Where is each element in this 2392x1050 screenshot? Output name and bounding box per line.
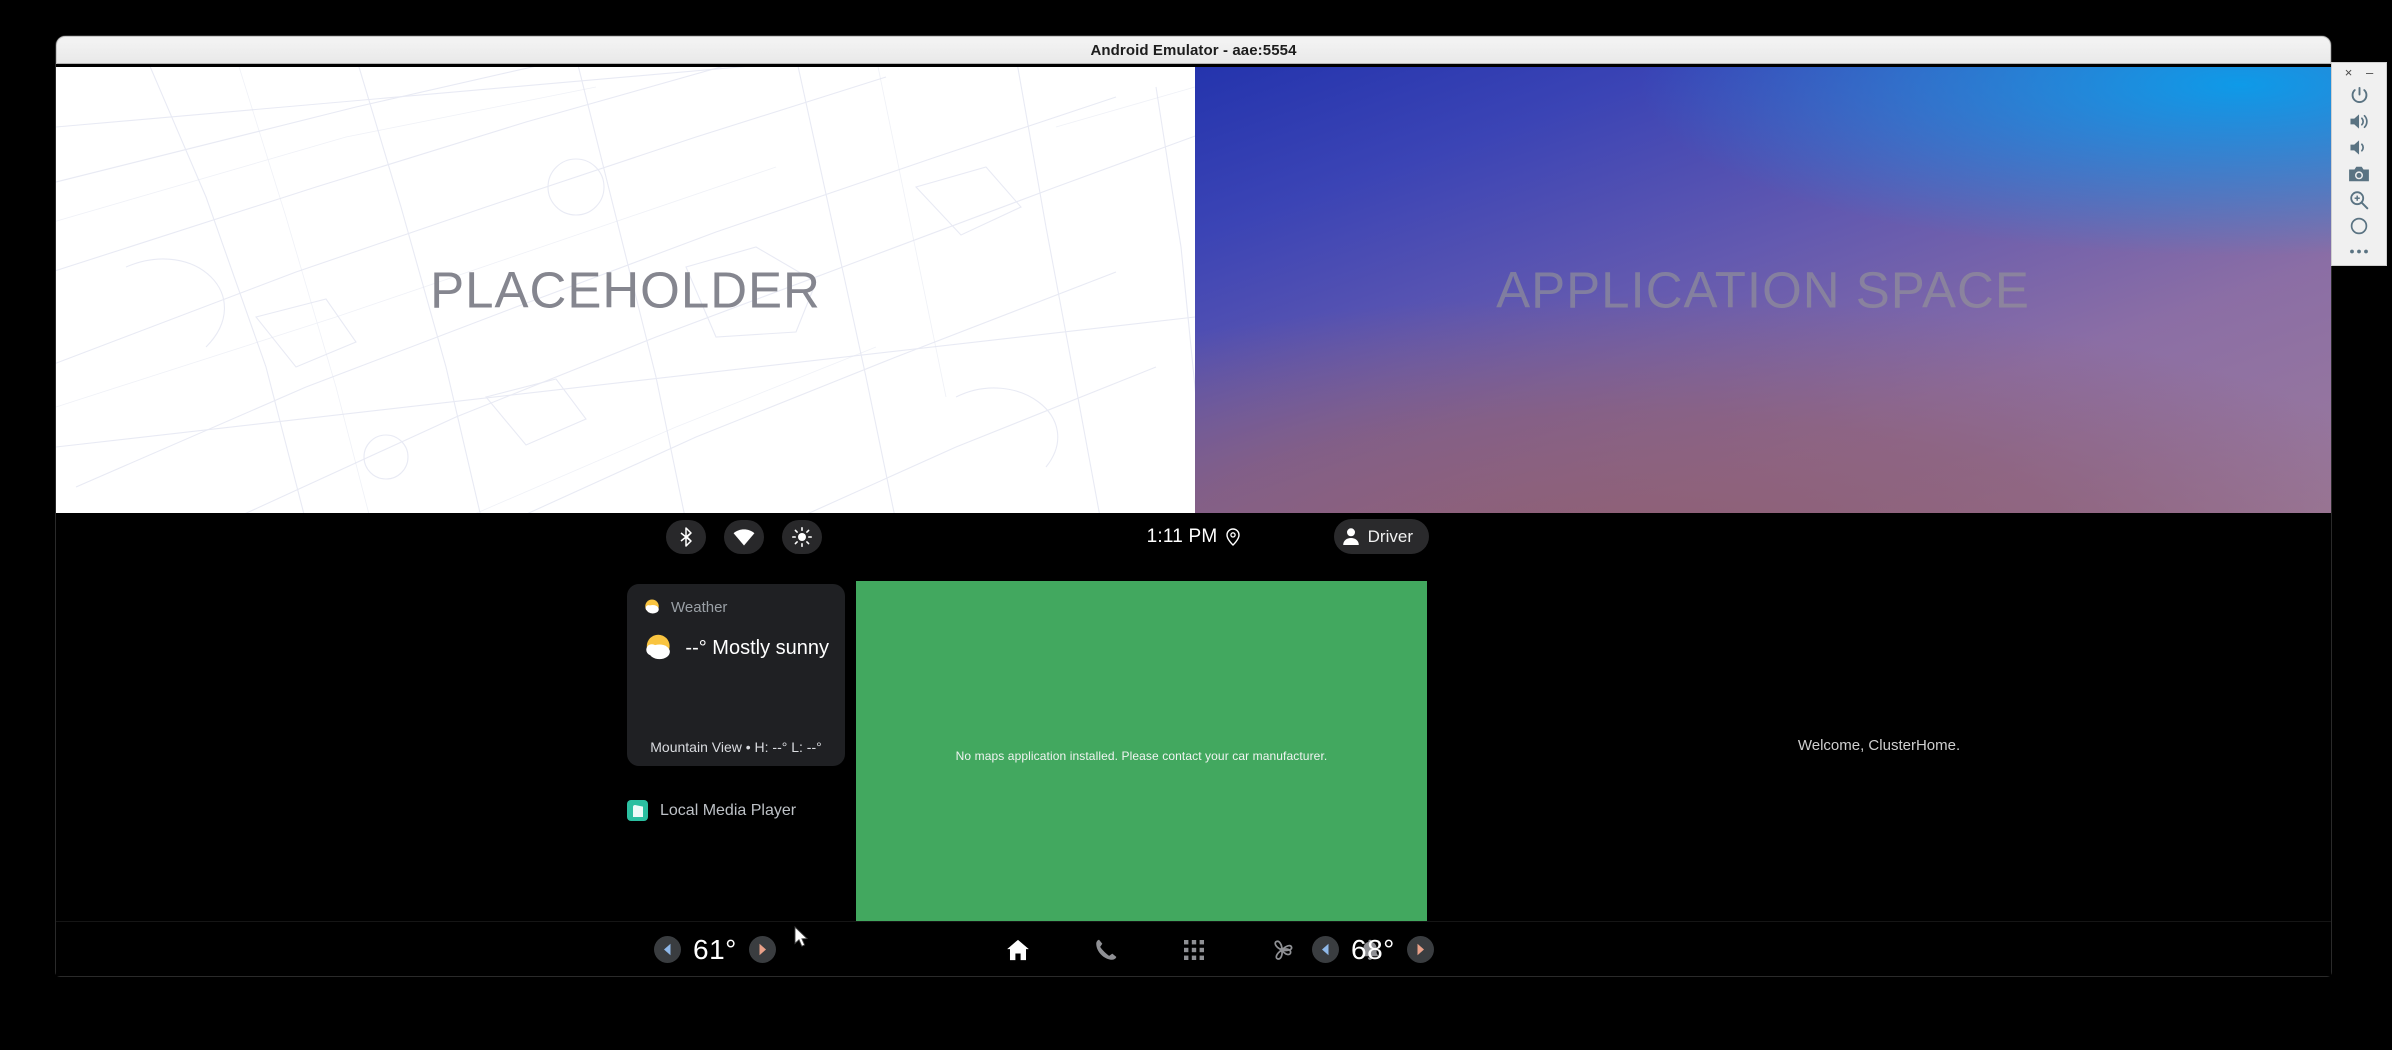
minimize-icon[interactable]: – <box>2366 66 2373 79</box>
passenger-temp-decrease-button[interactable] <box>1312 936 1339 963</box>
weather-location-highlow: Mountain View • H: --° L: --° <box>650 739 822 755</box>
close-icon[interactable]: × <box>2345 66 2353 79</box>
partly-sunny-icon <box>645 599 659 614</box>
zoom-icon[interactable] <box>2332 187 2386 213</box>
driver-profile-button[interactable]: Driver <box>1333 519 1429 554</box>
passenger-temp-increase-button[interactable] <box>1406 936 1434 963</box>
placeholder-panel[interactable]: PLACEHOLDER <box>56 67 1195 513</box>
chevron-right-icon <box>1417 943 1424 956</box>
location-pin-icon <box>1226 528 1241 546</box>
placeholder-label: PLACEHOLDER <box>430 261 821 319</box>
partly-sunny-icon <box>646 634 670 660</box>
screenshot-camera-icon[interactable] <box>2332 161 2386 187</box>
application-space-label: APPLICATION SPACE <box>1496 261 2030 319</box>
application-space-panel[interactable]: APPLICATION SPACE <box>1195 67 2331 513</box>
window-title-bar[interactable]: Android Emulator - aae:5554 <box>56 36 2331 64</box>
home-content-area: Weather --° Mostly sunny Mountain View •… <box>56 561 2331 944</box>
clock: 1:11 PM <box>1146 526 1218 547</box>
volume-up-icon[interactable] <box>2332 109 2386 135</box>
device-screen[interactable]: PLACEHOLDER APPLICATION SPACE 1:11 PM Dr… <box>56 64 2331 976</box>
climate-fan-icon[interactable] <box>1265 933 1299 967</box>
weather-card-header: Weather <box>643 598 829 616</box>
emulator-side-toolbar: × – <box>2331 62 2387 266</box>
local-media-player-item[interactable]: Local Media Player <box>627 800 796 821</box>
nav-icon-group <box>56 922 2331 976</box>
home-icon[interactable] <box>1001 933 1035 967</box>
volume-down-icon[interactable] <box>2332 135 2386 161</box>
person-icon <box>1342 528 1359 545</box>
back-circle-icon[interactable] <box>2332 213 2386 239</box>
weather-temperature-condition: --° Mostly sunny <box>685 636 829 659</box>
display-region: PLACEHOLDER APPLICATION SPACE <box>56 67 2331 513</box>
apps-grid-icon[interactable] <box>1177 933 1211 967</box>
power-icon[interactable] <box>2332 83 2386 109</box>
weather-current-conditions: --° Mostly sunny <box>643 630 829 666</box>
cluster-welcome-text: Welcome, ClusterHome. <box>1797 737 1961 754</box>
maps-no-app-message: No maps application installed. Please co… <box>955 749 1328 763</box>
maps-panel[interactable]: No maps application installed. Please co… <box>856 581 1427 931</box>
weather-card[interactable]: Weather --° Mostly sunny Mountain View •… <box>627 584 845 766</box>
driver-label: Driver <box>1367 526 1413 546</box>
phone-icon[interactable] <box>1089 933 1123 967</box>
mouse-cursor <box>794 926 809 947</box>
passenger-temperature-control: 68° <box>1312 922 1434 976</box>
emulator-window: Android Emulator - aae:5554 PLACEHOLDER … <box>56 36 2331 976</box>
status-bar-center: 1:11 PM <box>56 513 2331 561</box>
local-media-player-label: Local Media Player <box>660 801 797 819</box>
navigation-bar: 61° 68° <box>56 921 2331 976</box>
weather-app-name: Weather <box>671 598 728 616</box>
passenger-temp-value: 68° <box>1351 933 1395 965</box>
toolbar-window-controls: × – <box>2332 63 2386 83</box>
status-bar: 1:11 PM Driver <box>56 513 2331 561</box>
more-options-icon[interactable] <box>2332 239 2386 265</box>
window-title: Android Emulator - aae:5554 <box>1090 41 1297 59</box>
media-app-icon <box>627 800 648 821</box>
chevron-left-icon <box>1322 943 1329 956</box>
